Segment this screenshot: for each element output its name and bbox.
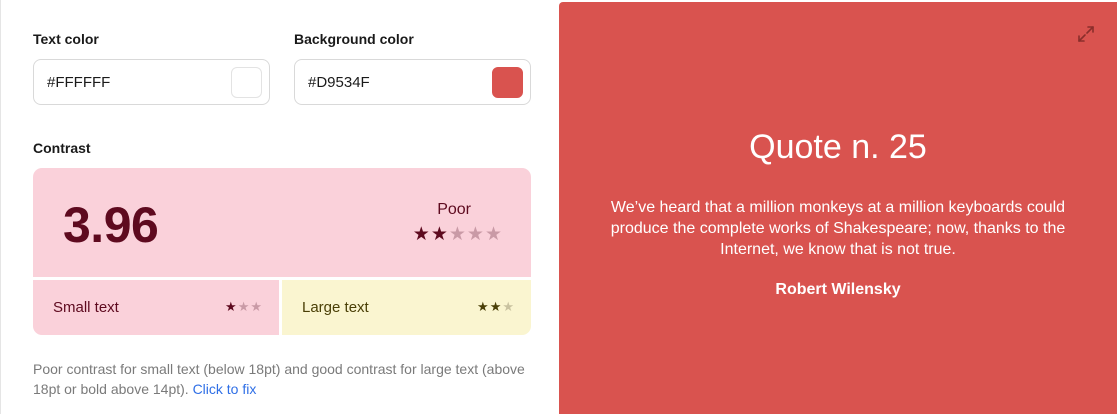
quote-title: Quote n. 25 bbox=[749, 128, 927, 166]
contrast-help-text: Poor contrast for small text (below 18pt… bbox=[33, 359, 533, 399]
star-empty-icon: ★ bbox=[250, 300, 262, 315]
text-color-label: Text color bbox=[33, 31, 99, 47]
star-filled-icon: ★ bbox=[489, 300, 502, 315]
star-filled-icon: ★ bbox=[477, 300, 489, 315]
star-empty-icon: ★ bbox=[237, 300, 250, 315]
background-color-field[interactable]: #D9534F bbox=[294, 59, 531, 105]
contrast-rating-label: Poor bbox=[437, 201, 471, 218]
contrast-label: Contrast bbox=[33, 140, 91, 156]
click-to-fix-link[interactable]: Click to fix bbox=[193, 381, 257, 397]
background-color-label: Background color bbox=[294, 31, 414, 47]
large-text-label: Large text bbox=[302, 299, 369, 316]
star-empty-icon: ★ bbox=[448, 223, 466, 245]
contrast-ratio-value: 3.96 bbox=[63, 197, 159, 253]
settings-panel: Text color #FFFFFF Background color #D95… bbox=[0, 0, 559, 414]
star-filled-icon: ★ bbox=[430, 223, 448, 245]
contrast-card: 3.96 Poor ★ ★ ★ ★ ★ Small text ★ ★ ★ Large tex… bbox=[33, 168, 531, 335]
background-color-swatch[interactable] bbox=[492, 66, 523, 98]
contrast-rating-stars: ★ ★ ★ ★ ★ bbox=[413, 225, 502, 244]
quote-preview: Quote n. 25 We’ve heard that a million m… bbox=[559, 2, 1117, 414]
contrast-ratio-panel: 3.96 Poor ★ ★ ★ ★ ★ bbox=[33, 168, 531, 277]
quote-text: We’ve heard that a million monkeys at a … bbox=[610, 199, 1066, 258]
text-color-field[interactable]: #FFFFFF bbox=[33, 59, 270, 105]
star-filled-icon: ★ bbox=[412, 223, 430, 245]
help-description: Poor contrast for small text (below 18pt… bbox=[33, 361, 525, 397]
expand-icon[interactable] bbox=[1076, 24, 1096, 44]
large-text-stars: ★ ★ ★ bbox=[477, 301, 514, 314]
star-empty-icon: ★ bbox=[466, 223, 484, 245]
star-filled-icon: ★ bbox=[225, 300, 237, 315]
text-color-swatch[interactable] bbox=[231, 66, 262, 98]
text-color-input[interactable]: #FFFFFF bbox=[47, 74, 231, 91]
small-text-rating: Small text ★ ★ ★ bbox=[33, 280, 279, 335]
background-color-input[interactable]: #D9534F bbox=[308, 74, 492, 91]
small-text-stars: ★ ★ ★ bbox=[225, 301, 262, 314]
star-empty-icon: ★ bbox=[502, 300, 514, 315]
small-text-label: Small text bbox=[53, 299, 119, 316]
large-text-rating: Large text ★ ★ ★ bbox=[282, 280, 531, 335]
star-empty-icon: ★ bbox=[484, 223, 502, 245]
quote-author: Robert Wilensky bbox=[775, 281, 901, 298]
